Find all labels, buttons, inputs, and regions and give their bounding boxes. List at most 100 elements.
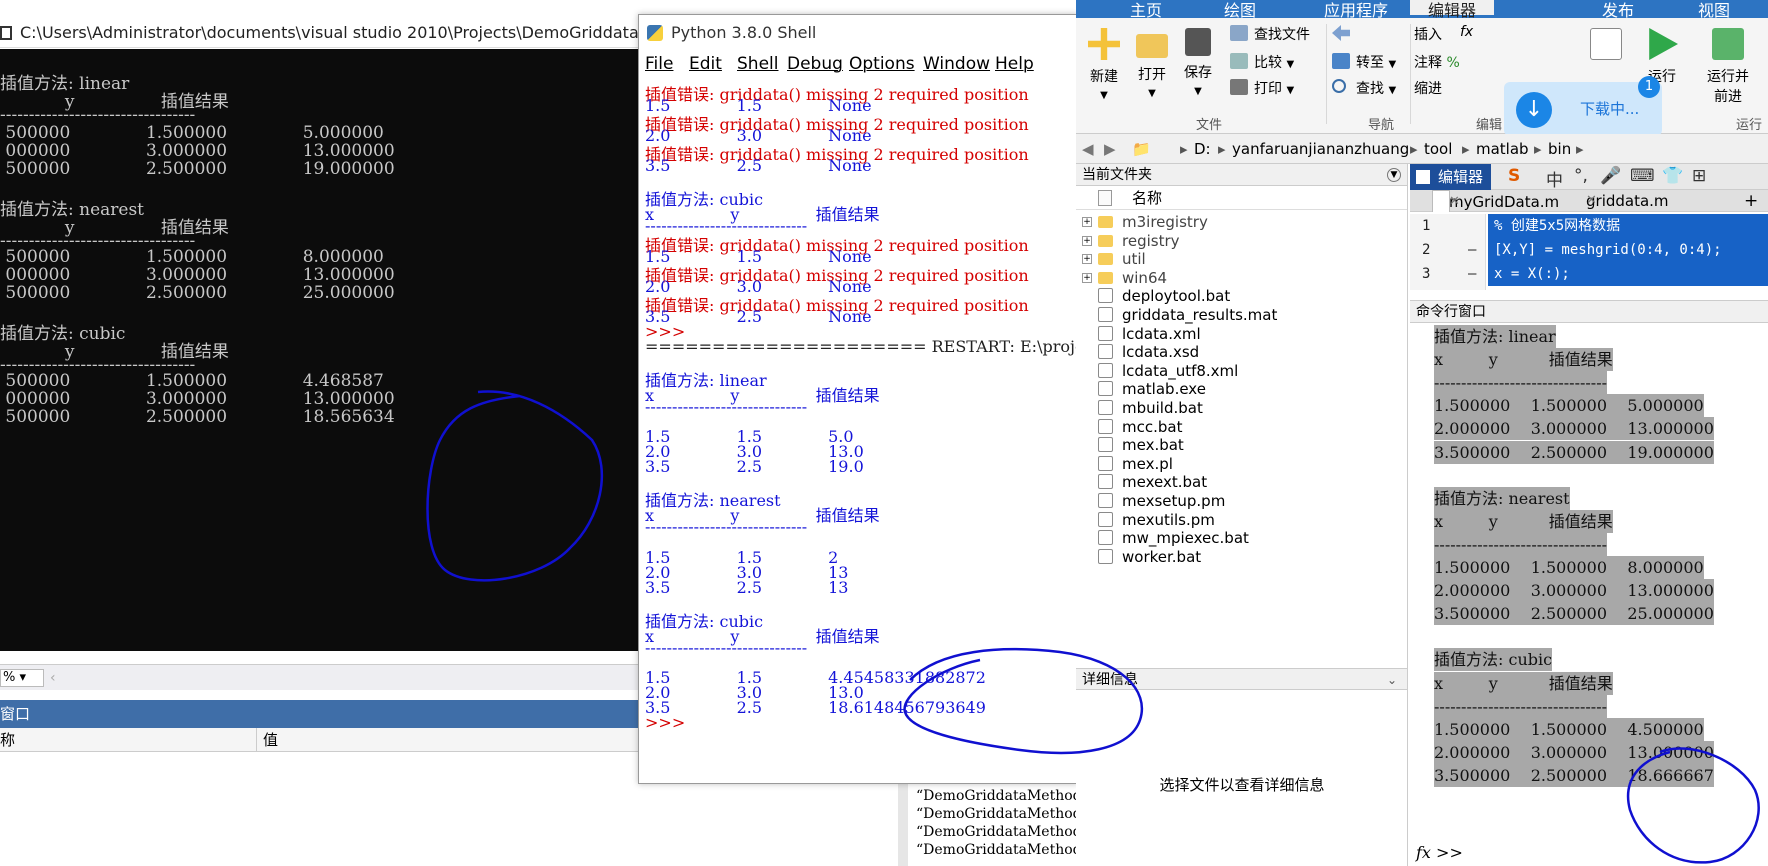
current-folder-header[interactable]: 当前文件夹 ▼ bbox=[1076, 164, 1407, 186]
menu-help[interactable]: Help bbox=[995, 51, 1034, 77]
save-label: 保存 bbox=[1184, 65, 1212, 81]
vs-watch-panel-title[interactable]: 窗口 bbox=[0, 700, 640, 728]
up-folder-icon[interactable]: 📁 bbox=[1132, 134, 1151, 164]
command-window-title: 命令行窗口 bbox=[1416, 304, 1486, 320]
path-segment[interactable]: yanfaruanjiananzhuang bbox=[1232, 134, 1409, 164]
menu-window[interactable]: Window bbox=[923, 51, 990, 77]
print-icon bbox=[1230, 79, 1248, 95]
menu-options[interactable]: Options bbox=[849, 51, 915, 77]
swirl-icon[interactable]: S bbox=[1508, 166, 1520, 186]
breakpoints-button[interactable] bbox=[1586, 28, 1626, 66]
path-segment[interactable]: D: bbox=[1194, 134, 1211, 164]
command-window-header[interactable]: 命令行窗口 bbox=[1410, 301, 1768, 323]
find-files-button[interactable]: 查找文件 bbox=[1230, 24, 1310, 44]
menu-file[interactable]: File bbox=[645, 51, 673, 77]
editor-tab-griddata[interactable]: griddata.m ✕ bbox=[1570, 190, 1669, 212]
line-marker: — bbox=[1468, 266, 1477, 282]
path-segment[interactable]: bin bbox=[1548, 134, 1571, 164]
print-button[interactable]: 打印 ▼ bbox=[1230, 78, 1294, 98]
keyboard-icon[interactable]: ⌨ bbox=[1630, 166, 1655, 186]
file-name: mbuild.bat bbox=[1122, 399, 1203, 417]
menu-shell[interactable]: Shell bbox=[737, 51, 778, 77]
python-shell-text[interactable]: 插值错误: griddata() missing 2 required posi… bbox=[639, 77, 1077, 769]
code-line[interactable]: x = X(:); bbox=[1488, 262, 1768, 286]
insert-button[interactable]: 插入 bbox=[1414, 24, 1442, 44]
compare-button[interactable]: 比较 ▼ bbox=[1230, 52, 1294, 72]
fx-button[interactable]: fx bbox=[1460, 24, 1473, 40]
chevron-down-icon[interactable]: ⌄ bbox=[1387, 669, 1397, 691]
zoom-dropdown[interactable]: % ▾ bbox=[0, 669, 44, 687]
file-icon bbox=[1098, 344, 1113, 360]
folder-icon bbox=[1098, 253, 1113, 266]
details-header[interactable]: 详细信息 ⌄ bbox=[1076, 668, 1407, 690]
editor-code-area[interactable]: 1 % 创建5x5网格数据 2 — [X,Y] = meshgrid(0:4, 0:4)… bbox=[1410, 214, 1768, 290]
file-name: worker.bat bbox=[1122, 547, 1202, 566]
line-marker: — bbox=[1468, 242, 1477, 258]
grid-icon[interactable]: ⊞ bbox=[1692, 166, 1706, 186]
editor-toolbar: 编辑器 S 中 °, 🎤 ⌨ 👕 ⊞ bbox=[1410, 164, 1768, 191]
download-toast[interactable]: ↓ 下载中... 1 bbox=[1504, 76, 1662, 136]
goto-button[interactable]: 转至 ▼ bbox=[1332, 52, 1396, 72]
vs-console-title-bar[interactable]: C:\Users\Administrator\documents\visual … bbox=[0, 18, 640, 48]
ime-chinese-icon[interactable]: 中 bbox=[1546, 166, 1563, 191]
expand-icon[interactable]: + bbox=[1082, 272, 1092, 283]
chevron-down-icon[interactable]: ▼ bbox=[1387, 168, 1401, 182]
file-icon bbox=[1098, 307, 1113, 322]
python-title-bar[interactable]: Python 3.8.0 Shell bbox=[639, 15, 1079, 51]
editor-title[interactable]: 编辑器 bbox=[1410, 164, 1492, 190]
name-column-label[interactable]: 名称 bbox=[1132, 186, 1162, 210]
file-name: deploytool.bat bbox=[1122, 287, 1231, 306]
download-text: 下载中... bbox=[1580, 100, 1640, 118]
save-button[interactable]: 保存 ▼ bbox=[1178, 28, 1218, 98]
run-advance-button[interactable]: 运行并 前进 bbox=[1702, 28, 1754, 106]
compare-label: 比较 bbox=[1254, 55, 1282, 71]
output-line: “DemoGriddataMethod. bbox=[916, 788, 1080, 804]
folder-name: registry bbox=[1122, 231, 1180, 250]
command-output-line: 插值方法: nearest bbox=[1434, 486, 1570, 510]
back-arrow-icon[interactable]: ◀ bbox=[1082, 134, 1094, 164]
scroll-left-icon[interactable]: ‹ bbox=[50, 665, 56, 691]
expand-icon[interactable]: + bbox=[1082, 254, 1092, 265]
close-icon[interactable]: ✕ bbox=[1578, 190, 1605, 212]
skin-icon[interactable]: 👕 bbox=[1662, 166, 1683, 186]
new-button[interactable]: 新建 ▼ bbox=[1084, 28, 1124, 102]
menu-debug[interactable]: Debug bbox=[787, 51, 843, 77]
python-shell-window: Python 3.8.0 Shell File Edit Shell Debug… bbox=[638, 14, 1079, 784]
microphone-icon[interactable]: 🎤 bbox=[1600, 166, 1621, 186]
download-badge: 1 bbox=[1638, 76, 1660, 98]
shell-line: ------------------------------ bbox=[645, 517, 808, 537]
add-tab-button[interactable]: + bbox=[1736, 190, 1766, 212]
new-label: 新建 bbox=[1090, 69, 1118, 85]
watch-title: 窗口 bbox=[0, 705, 31, 723]
code-line[interactable]: % 创建5x5网格数据 bbox=[1488, 214, 1768, 238]
close-icon[interactable]: ✕ bbox=[1441, 191, 1468, 213]
fx-label: fx bbox=[1460, 24, 1474, 40]
file-name: griddata_results.mat bbox=[1122, 306, 1278, 324]
vs-zoom-bar: % ▾ ‹ bbox=[0, 664, 640, 690]
expand-icon[interactable]: + bbox=[1082, 235, 1092, 246]
indent-button[interactable]: 缩进 bbox=[1414, 78, 1442, 98]
expand-icon[interactable]: + bbox=[1082, 217, 1092, 227]
punctuation-icon[interactable]: °, bbox=[1574, 166, 1588, 186]
path-segment[interactable]: tool bbox=[1424, 134, 1452, 164]
path-segment[interactable]: matlab bbox=[1476, 134, 1529, 164]
output-gutter bbox=[898, 770, 908, 866]
details-message: 选择文件以查看详细信息 bbox=[1159, 776, 1325, 794]
group-run: 运行 bbox=[1736, 118, 1763, 133]
find-label: 查找 bbox=[1356, 81, 1384, 97]
comment-button[interactable]: 注释 % bbox=[1414, 52, 1460, 72]
file-icon bbox=[1098, 548, 1113, 564]
tab-editor[interactable]: 编辑器 bbox=[1410, 0, 1495, 20]
open-button[interactable]: 打开 ▼ bbox=[1132, 28, 1172, 100]
code-line[interactable]: [X,Y] = meshgrid(0:4, 0:4); bbox=[1488, 238, 1768, 262]
command-output-line: 3.500000 2.500000 25.000000 bbox=[1434, 602, 1714, 626]
command-window-output[interactable]: fx >> 插值方法: linear x y 插值结果 --------------… bbox=[1410, 323, 1768, 866]
find-button[interactable]: 查找 ▼ bbox=[1332, 78, 1396, 98]
command-prompt[interactable]: fx >> bbox=[1416, 843, 1463, 862]
command-output-line: -------------------------------- bbox=[1434, 532, 1607, 556]
editor-tab-mygriddata[interactable]: myGridData.m ✕ bbox=[1432, 190, 1559, 212]
menu-edit[interactable]: Edit bbox=[689, 51, 722, 77]
line-number: 2 bbox=[1422, 242, 1431, 258]
forward-arrow-icon[interactable]: ▶ bbox=[1104, 134, 1116, 164]
vs-console-output[interactable]: 插值方法: linear y 插值结果 ---------------------… bbox=[0, 49, 640, 651]
